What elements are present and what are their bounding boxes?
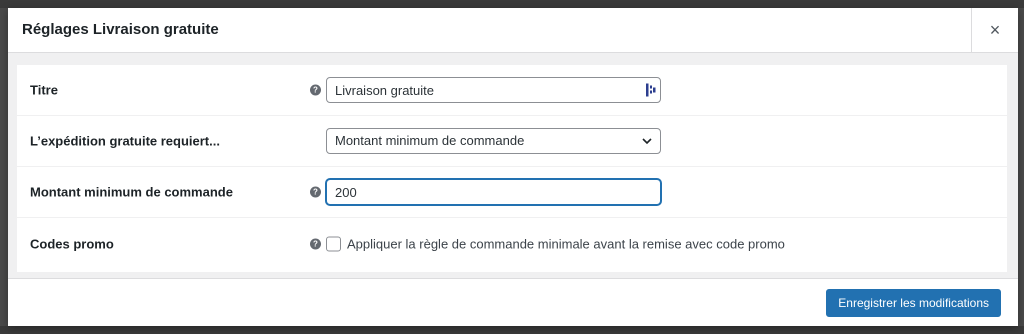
close-icon: × [989,20,1001,40]
help-icon[interactable]: ? [310,186,321,198]
promo-codes-checkbox-label[interactable]: Appliquer la règle de commande minimale … [347,236,785,251]
modal-body: Titre ? L’expédition gratuite requiert..… [8,53,1018,278]
requires-label: L’expédition gratuite requiert... [30,133,220,149]
form-row-requires: L’expédition gratuite requiert... Montan… [17,116,1007,167]
min-amount-label: Montant minimum de commande [30,184,233,200]
title-label: Titre [30,82,58,98]
settings-form: Titre ? L’expédition gratuite requiert..… [17,65,1007,272]
shipping-settings-modal: Réglages Livraison gratuite × Titre ? L’… [8,8,1018,326]
form-row-promo-codes: Codes promo ? Appliquer la règle de comm… [17,218,1007,269]
password-manager-icon[interactable] [646,83,656,97]
requires-selected-value: Montant minimum de commande [335,133,525,148]
save-changes-button[interactable]: Enregistrer les modifications [826,289,1001,317]
backdrop [0,326,1024,334]
close-button[interactable]: × [971,8,1018,53]
modal-footer: Enregistrer les modifications [8,278,1018,326]
help-icon[interactable]: ? [310,238,321,249]
requires-select[interactable]: Montant minimum de commande [326,128,661,154]
min-amount-input[interactable] [326,179,661,205]
modal-header: Réglages Livraison gratuite × [8,8,1018,53]
form-row-title: Titre ? [17,65,1007,116]
promo-codes-label: Codes promo [30,236,114,251]
help-icon[interactable]: ? [310,84,321,96]
modal-title: Réglages Livraison gratuite [22,21,219,38]
chevron-down-icon [642,138,652,145]
promo-codes-checkbox[interactable] [326,236,341,251]
title-input[interactable] [326,77,661,103]
backdrop [0,0,1024,8]
form-row-min-amount: Montant minimum de commande ? [17,167,1007,218]
